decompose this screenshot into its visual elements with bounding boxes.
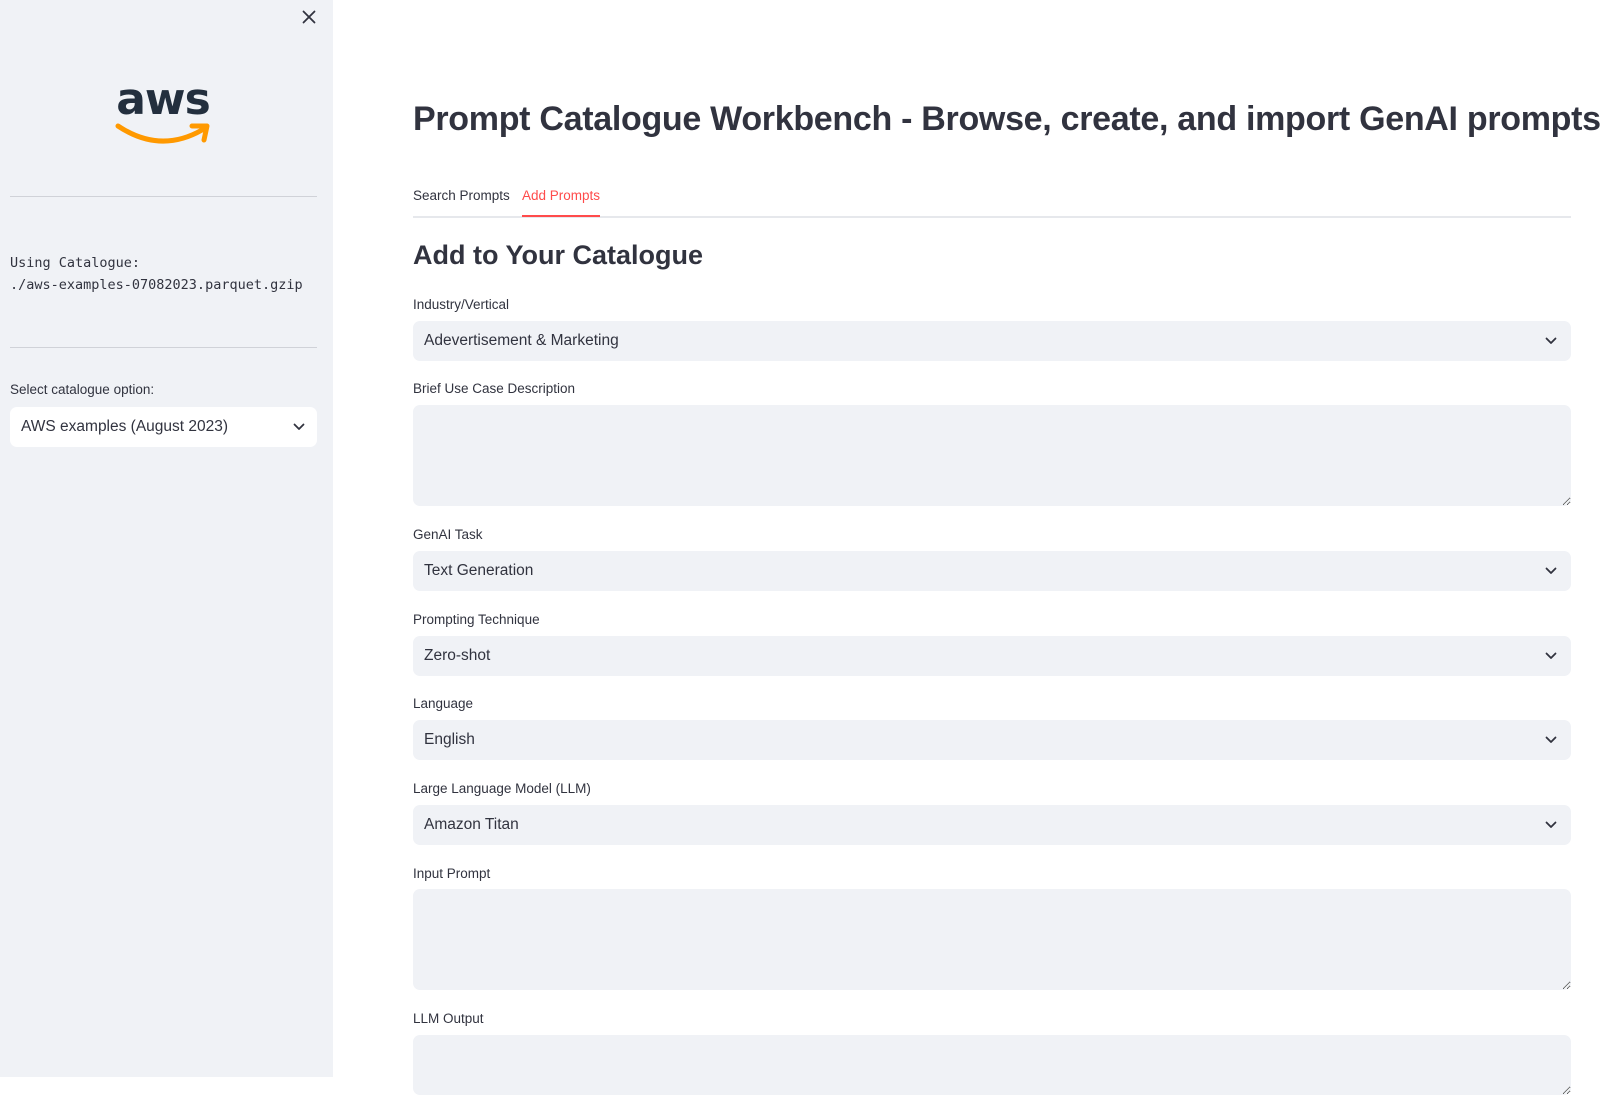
section-title: Add to Your Catalogue xyxy=(413,240,703,270)
catalogue-option-value: AWS examples (August 2023) xyxy=(21,418,229,435)
llm-label: Large Language Model (LLM) xyxy=(413,781,591,796)
llm-select[interactable]: Amazon Titan xyxy=(413,805,1571,845)
language-label: Language xyxy=(413,696,474,711)
catalogue-info: Using Catalogue: ./aws-examples-07082023.… xyxy=(10,252,325,296)
aws-smile-icon xyxy=(115,123,210,144)
page-title: Prompt Catalogue Workbench - Browse, cre… xyxy=(413,100,1600,138)
industry-select[interactable]: Adevertisement & Marketing xyxy=(413,321,1571,361)
catalogue-option-label: Select catalogue option: xyxy=(10,382,155,397)
genai-task-value: Text Generation xyxy=(424,562,534,579)
chevron-down-icon xyxy=(293,423,305,430)
chevron-down-icon xyxy=(1545,821,1557,828)
main-content: Prompt Catalogue Workbench - Browse, cre… xyxy=(333,0,1600,1095)
prompting-technique-value: Zero-shot xyxy=(424,647,491,664)
catalogue-path: ./aws-examples-07082023.parquet.gzip xyxy=(10,277,303,293)
catalogue-option-select[interactable]: AWS examples (August 2023) xyxy=(10,407,317,447)
chevron-down-icon xyxy=(1545,652,1557,659)
aws-logo-text: aws xyxy=(116,74,211,125)
language-value: English xyxy=(424,731,475,748)
close-icon xyxy=(302,10,316,24)
industry-value: Adevertisement & Marketing xyxy=(424,332,619,349)
tab-bar: Search Prompts Add Prompts xyxy=(413,180,1571,218)
chevron-down-icon xyxy=(1545,337,1557,344)
sidebar: aws Using Catalogue: ./aws-examples-07082… xyxy=(0,0,333,1077)
use-case-textarea[interactable] xyxy=(413,405,1571,506)
chevron-down-icon xyxy=(1545,736,1557,743)
sidebar-divider xyxy=(10,347,317,348)
llm-output-textarea[interactable] xyxy=(413,1035,1571,1095)
catalogue-label: Using Catalogue: xyxy=(10,255,141,271)
language-select[interactable]: English xyxy=(413,720,1571,760)
use-case-label: Brief Use Case Description xyxy=(413,381,576,396)
prompting-technique-select[interactable]: Zero-shot xyxy=(413,636,1571,676)
aws-logo: aws xyxy=(112,74,214,150)
genai-task-select[interactable]: Text Generation xyxy=(413,551,1571,591)
close-sidebar-button[interactable] xyxy=(296,4,322,30)
chevron-down-icon xyxy=(1545,567,1557,574)
input-prompt-label: Input Prompt xyxy=(413,866,491,881)
tab-add-prompts[interactable]: Add Prompts xyxy=(522,188,601,217)
tab-search-prompts[interactable]: Search Prompts xyxy=(413,188,510,215)
genai-task-label: GenAI Task xyxy=(413,527,483,542)
llm-value: Amazon Titan xyxy=(424,816,519,833)
prompting-technique-label: Prompting Technique xyxy=(413,612,540,627)
sidebar-divider xyxy=(10,196,317,197)
input-prompt-textarea[interactable] xyxy=(413,889,1571,990)
industry-label: Industry/Vertical xyxy=(413,297,510,312)
llm-output-label: LLM Output xyxy=(413,1011,484,1026)
